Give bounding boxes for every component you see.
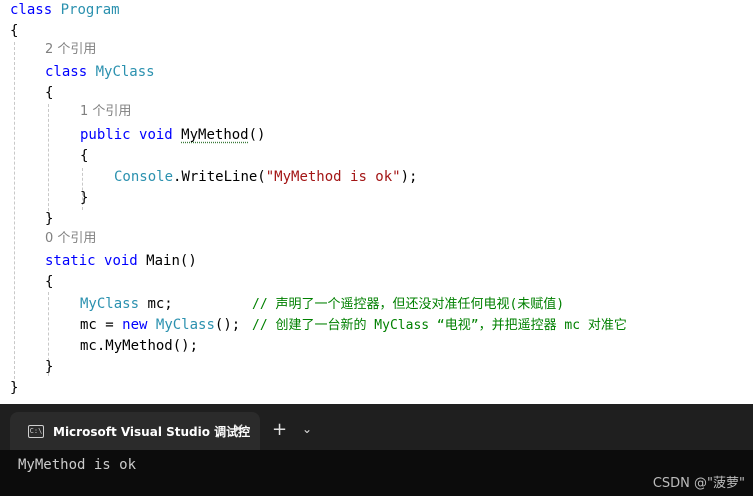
code-line: public void MyMethod() xyxy=(80,127,266,143)
codelens-references[interactable]: 0 个引用 xyxy=(45,228,96,249)
code-line: class MyClass xyxy=(45,64,155,80)
code-editor[interactable]: class Program { 2 个引用 class MyClass { 1 … xyxy=(0,0,753,404)
tab-title: Microsoft Visual Studio 调试控 xyxy=(53,425,251,439)
console-output: MyMethod is ok xyxy=(18,457,137,473)
code-line: { xyxy=(80,148,89,164)
plus-icon[interactable]: + xyxy=(272,419,287,440)
terminal-tab[interactable]: C:\ Microsoft Visual Studio 调试控 ✕ xyxy=(10,412,260,450)
indent-guide xyxy=(48,104,49,216)
codelens-references[interactable]: 1 个引用 xyxy=(80,101,131,122)
code-line: } xyxy=(80,190,89,206)
code-comment: // 创建了一台新的 MyClass “电视”，并把遥控器 mc 对准它 xyxy=(252,318,627,333)
terminal-tab-bar: C:\ Microsoft Visual Studio 调试控 ✕ + ⌄ xyxy=(0,404,753,450)
code-line: { xyxy=(45,274,54,290)
code-line: mc.MyMethod(); xyxy=(80,338,199,354)
debug-console-window[interactable]: C:\ Microsoft Visual Studio 调试控 ✕ + ⌄ My… xyxy=(0,404,753,496)
code-line: Console.WriteLine("MyMethod is ok"); xyxy=(114,169,418,185)
chevron-down-icon[interactable]: ⌄ xyxy=(302,422,312,436)
code-comment: // 声明了一个遥控器，但还没对准任何电视(未赋值) xyxy=(252,297,565,312)
close-icon[interactable]: ✕ xyxy=(232,420,245,438)
watermark: CSDN @"菠萝" xyxy=(652,476,745,491)
terminal-icon: C:\ xyxy=(28,425,44,438)
code-line: mc = new MyClass(); xyxy=(80,317,249,333)
indent-guide xyxy=(14,42,15,384)
code-line: static void Main() xyxy=(45,253,197,269)
code-line: } xyxy=(45,211,54,227)
code-line: class Program xyxy=(10,2,120,18)
code-line: { xyxy=(45,85,54,101)
code-line: MyClass mc; xyxy=(80,296,173,312)
codelens-references[interactable]: 2 个引用 xyxy=(45,39,96,60)
code-line: } xyxy=(10,380,19,396)
code-line: } xyxy=(45,359,54,375)
code-line: { xyxy=(10,23,19,39)
